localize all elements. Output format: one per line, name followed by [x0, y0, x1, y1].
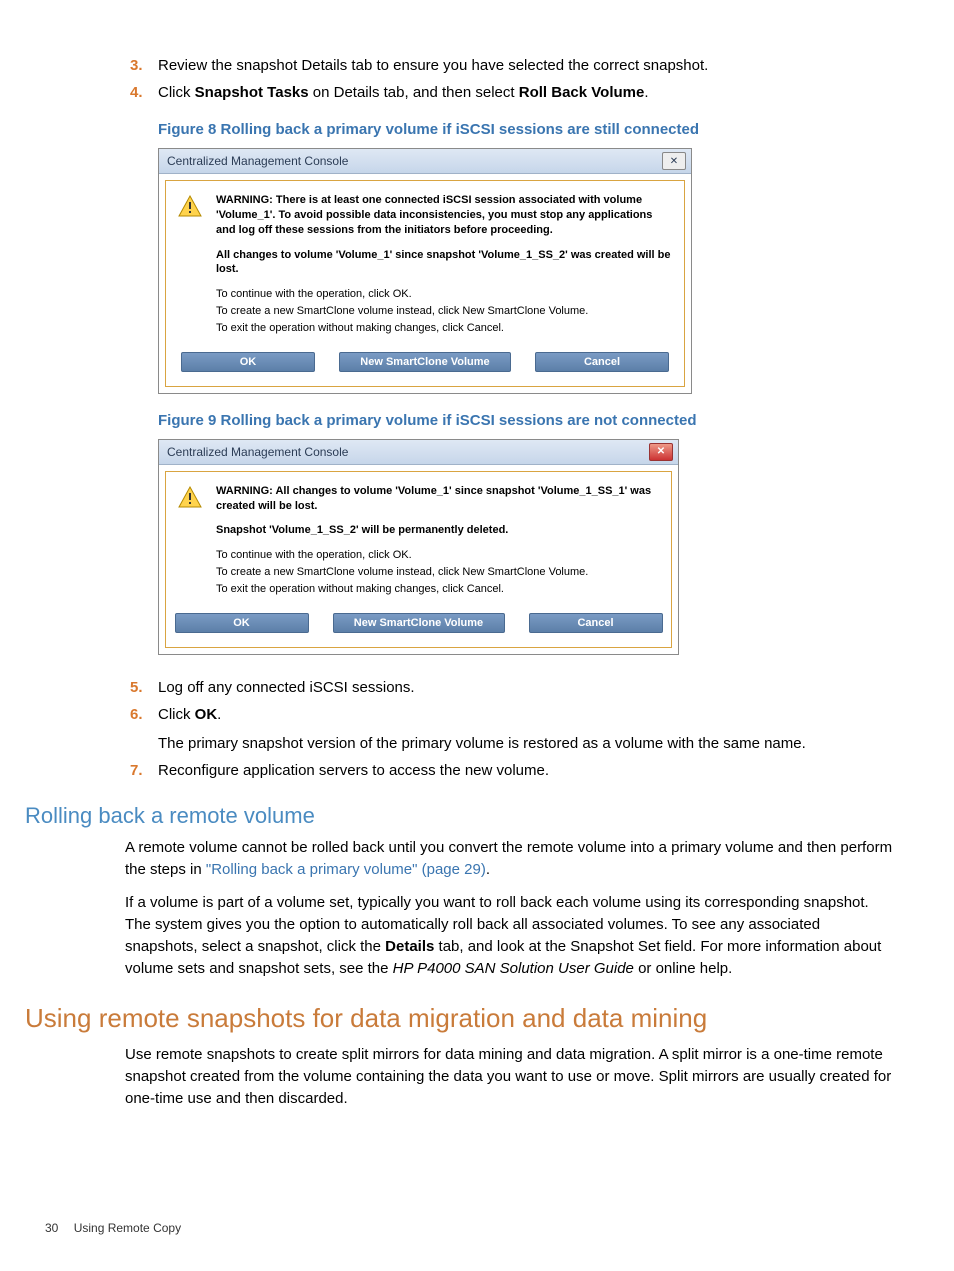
dialog-title: Centralized Management Console: [167, 445, 348, 459]
step-number: 4.: [125, 82, 158, 103]
paragraph: A remote volume cannot be rolled back un…: [125, 837, 894, 881]
ok-button[interactable]: OK: [181, 352, 315, 372]
text: .: [217, 706, 221, 723]
bold-text: Details: [385, 938, 434, 955]
new-smartclone-button[interactable]: New SmartClone Volume: [333, 613, 505, 633]
ok-button[interactable]: OK: [175, 613, 309, 633]
dialog-fig8: Centralized Management Console ✕ WARNING…: [158, 148, 692, 394]
step-number: 3.: [125, 55, 158, 76]
dialog-titlebar: Centralized Management Console ✕: [159, 440, 678, 465]
step-text: Reconfigure application servers to acces…: [158, 760, 894, 781]
warning-icon: [178, 486, 202, 508]
dialog-line: To continue with the operation, click OK…: [216, 287, 672, 302]
dialog-line: To create a new SmartClone volume instea…: [216, 304, 672, 319]
step-5: 5. Log off any connected iSCSI sessions.: [125, 677, 894, 698]
link-rolling-back-primary[interactable]: "Rolling back a primary volume" (page 29…: [206, 861, 486, 878]
close-icon[interactable]: ✕: [649, 443, 673, 461]
heading-using-remote-snapshots: Using remote snapshots for data migratio…: [25, 1003, 894, 1034]
step-3: 3. Review the snapshot Details tab to en…: [125, 55, 894, 76]
step-6: 6. Click OK. The primary snapshot versio…: [125, 704, 894, 754]
dialog-fig9: Centralized Management Console ✕ WARNING…: [158, 439, 679, 655]
dialog-line: Snapshot 'Volume_1_SS_2' will be permane…: [216, 523, 659, 538]
bold-text: OK: [195, 706, 218, 723]
dialog-line: To continue with the operation, click OK…: [216, 548, 659, 563]
page-footer: 30 Using Remote Copy: [45, 1221, 181, 1235]
heading-rolling-back-remote: Rolling back a remote volume: [25, 803, 894, 829]
step-number: 6.: [125, 704, 158, 754]
dialog-line: To create a new SmartClone volume instea…: [216, 565, 659, 580]
warning-icon: [178, 195, 202, 217]
text: or online help.: [634, 960, 732, 977]
ordered-steps-bottom: 5. Log off any connected iSCSI sessions.…: [125, 677, 894, 781]
footer-section: Using Remote Copy: [74, 1221, 181, 1235]
step-number: 7.: [125, 760, 158, 781]
text: Click: [158, 706, 195, 723]
bold-text: Roll Back Volume: [519, 84, 645, 101]
new-smartclone-button[interactable]: New SmartClone Volume: [339, 352, 511, 372]
ordered-steps-top: 3. Review the snapshot Details tab to en…: [125, 55, 894, 103]
dialog-text: WARNING: There is at least one connected…: [216, 193, 672, 338]
text: on Details tab, and then select: [309, 84, 519, 101]
text: Click: [158, 84, 195, 101]
italic-text: HP P4000 SAN Solution User Guide: [393, 960, 634, 977]
paragraph: Use remote snapshots to create split mir…: [125, 1044, 894, 1109]
step-sub-text: The primary snapshot version of the prim…: [158, 733, 894, 754]
step-text: Click OK. The primary snapshot version o…: [158, 704, 894, 754]
page-number: 30: [45, 1221, 58, 1235]
paragraph: If a volume is part of a volume set, typ…: [125, 892, 894, 979]
dialog-titlebar: Centralized Management Console ✕: [159, 149, 691, 174]
step-4: 4. Click Snapshot Tasks on Details tab, …: [125, 82, 894, 103]
text: .: [644, 84, 648, 101]
figure-8-caption: Figure 8 Rolling back a primary volume i…: [158, 121, 894, 138]
bold-text: Snapshot Tasks: [195, 84, 309, 101]
step-7: 7. Reconfigure application servers to ac…: [125, 760, 894, 781]
dialog-line: To exit the operation without making cha…: [216, 582, 659, 597]
figure-9-caption: Figure 9 Rolling back a primary volume i…: [158, 412, 894, 429]
step-text: Review the snapshot Details tab to ensur…: [158, 55, 894, 76]
step-number: 5.: [125, 677, 158, 698]
cancel-button[interactable]: Cancel: [529, 613, 663, 633]
dialog-line: To exit the operation without making cha…: [216, 321, 672, 336]
text: .: [486, 861, 490, 878]
dialog-line: All changes to volume 'Volume_1' since s…: [216, 248, 672, 278]
warning-text: WARNING: There is at least one connected…: [216, 193, 672, 238]
dialog-text: WARNING: All changes to volume 'Volume_1…: [216, 484, 659, 599]
warning-text: WARNING: All changes to volume 'Volume_1…: [216, 484, 659, 514]
close-icon[interactable]: ✕: [662, 152, 686, 170]
step-text: Click Snapshot Tasks on Details tab, and…: [158, 82, 894, 103]
dialog-title: Centralized Management Console: [167, 154, 348, 168]
cancel-button[interactable]: Cancel: [535, 352, 669, 372]
step-text: Log off any connected iSCSI sessions.: [158, 677, 894, 698]
